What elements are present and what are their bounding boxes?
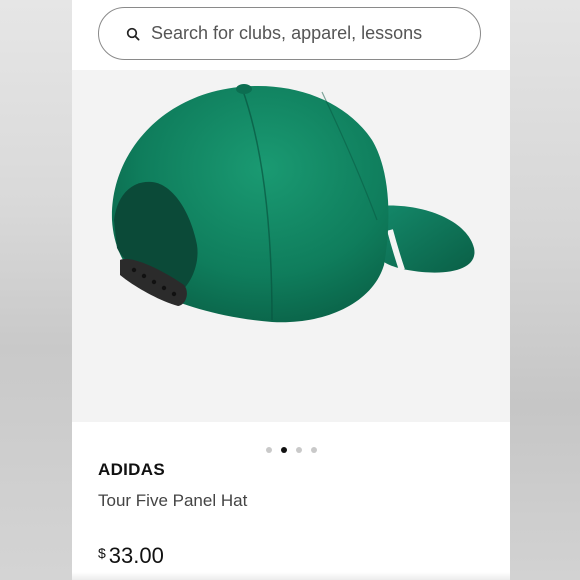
backdrop-right [510, 0, 580, 580]
carousel-dot[interactable] [310, 447, 317, 453]
product-brand: ADIDAS [98, 460, 165, 479]
search-input[interactable]: Search for clubs, apparel, lessons [98, 7, 481, 60]
product-page: Search for clubs, apparel, lessons ADIDA… [72, 0, 510, 580]
product-price: $33.00 [98, 543, 164, 569]
search-placeholder: Search for clubs, apparel, lessons [151, 23, 423, 43]
currency-symbol: $ [98, 545, 106, 561]
price-value: 33.00 [108, 543, 164, 568]
carousel-dot-active[interactable] [280, 447, 287, 453]
green-cap-image [111, 84, 475, 323]
carousel-dots [72, 447, 510, 453]
search-icon [126, 26, 142, 42]
carousel-dot[interactable] [295, 447, 302, 453]
backdrop-left [0, 0, 72, 580]
product-image[interactable] [72, 70, 510, 422]
carousel-dot[interactable] [265, 447, 272, 453]
divider [72, 572, 510, 580]
product-name: Tour Five Panel Hat [98, 491, 248, 510]
